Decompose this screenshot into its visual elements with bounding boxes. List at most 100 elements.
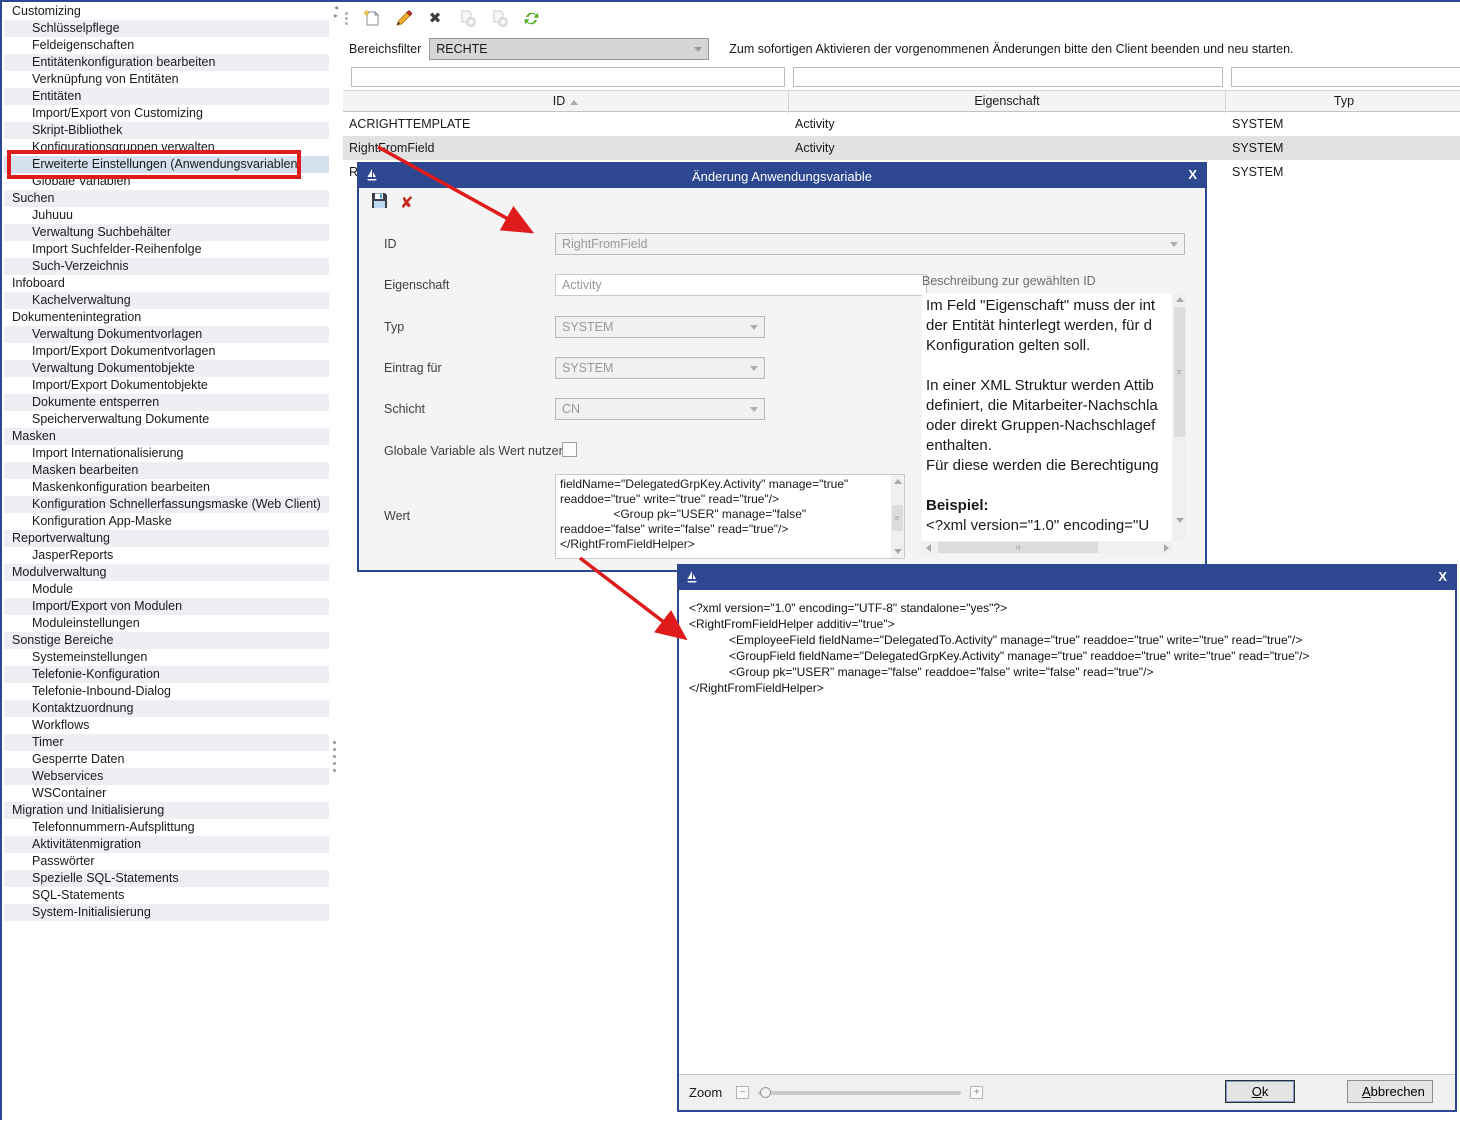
sidebar-item[interactable]: Telefonnummern-Aufsplittung: [4, 819, 329, 836]
sidebar-item[interactable]: Such-Verzeichnis: [4, 258, 329, 275]
sidebar-item[interactable]: JasperReports: [4, 547, 329, 564]
eintrag-fuer-select[interactable]: SYSTEM: [555, 357, 765, 379]
column-header-typ[interactable]: Typ: [1226, 91, 1460, 113]
sidebar-item[interactable]: Infoboard: [4, 275, 329, 292]
eigenschaft-input[interactable]: Activity: [555, 274, 927, 296]
copy-icon[interactable]: [456, 7, 478, 29]
sidebar-item[interactable]: System-Initialisierung: [4, 904, 329, 921]
sidebar-item[interactable]: Dokumentenintegration: [4, 309, 329, 326]
sidebar-item[interactable]: Import/Export von Modulen: [4, 598, 329, 615]
sidebar-item[interactable]: Telefonie-Inbound-Dialog: [4, 683, 329, 700]
sidebar-item[interactable]: Speicherverwaltung Dokumente: [4, 411, 329, 428]
collapse-right-icon[interactable]: ▸: [329, 12, 343, 20]
sidebar-item[interactable]: Workflows: [4, 717, 329, 734]
zoom-out-icon[interactable]: −: [736, 1086, 749, 1099]
sidebar-item[interactable]: Module: [4, 581, 329, 598]
sidebar-item[interactable]: Import Internationalisierung: [4, 445, 329, 462]
edit-icon[interactable]: [392, 7, 414, 29]
sidebar-item[interactable]: Schlüsselpflege: [4, 20, 329, 37]
sidebar-item[interactable]: Systemeinstellungen: [4, 649, 329, 666]
sidebar-item[interactable]: Kachelverwaltung: [4, 292, 329, 309]
sidebar-item[interactable]: Verknüpfung von Entitäten: [4, 71, 329, 88]
sidebar-item[interactable]: Dokumente entsperren: [4, 394, 329, 411]
sidebar-item[interactable]: Verwaltung Suchbehälter: [4, 224, 329, 241]
copy-to-icon[interactable]: [488, 7, 510, 29]
sidebar-item[interactable]: Customizing: [4, 3, 329, 20]
sidebar-item[interactable]: Moduleinstellungen: [4, 615, 329, 632]
scroll-thumb[interactable]: ≡: [938, 542, 1098, 553]
filter-input-typ[interactable]: [1231, 67, 1460, 87]
column-header-eigenschaft[interactable]: Eigenschaft: [789, 91, 1226, 113]
sidebar-item[interactable]: Telefonie-Konfiguration: [4, 666, 329, 683]
sidebar-item[interactable]: Masken: [4, 428, 329, 445]
sidebar-item[interactable]: Maskenkonfiguration bearbeiten: [4, 479, 329, 496]
sidebar-item[interactable]: SQL-Statements: [4, 887, 329, 904]
dialog2-close-icon[interactable]: X: [1438, 569, 1447, 584]
description-hscrollbar[interactable]: ≡: [922, 541, 1173, 554]
sidebar-splitter[interactable]: ◂ ▸: [329, 4, 343, 1120]
wert-textarea[interactable]: fieldName="DelegatedGrpKey.Activity" man…: [555, 474, 905, 559]
sidebar-item[interactable]: Reportverwaltung: [4, 530, 329, 547]
sidebar-item[interactable]: Import Suchfelder-Reihenfolge: [4, 241, 329, 258]
sidebar-item-selected[interactable]: Erweiterte Einstellungen (Anwendungsvari…: [4, 156, 329, 173]
sidebar-item[interactable]: Masken bearbeiten: [4, 462, 329, 479]
table-row[interactable]: RightFromFieldActivitySYSTEM: [343, 136, 1460, 160]
ok-button[interactable]: Ok: [1225, 1080, 1295, 1103]
wert-scrollbar[interactable]: ≡: [891, 475, 904, 558]
table-row[interactable]: ACRIGHTTEMPLATEActivitySYSTEM: [343, 112, 1460, 136]
sidebar-item[interactable]: Import/Export Dokumentvorlagen: [4, 343, 329, 360]
schicht-select[interactable]: CN: [555, 398, 765, 420]
scroll-up-icon[interactable]: [1173, 293, 1186, 306]
save-icon[interactable]: [371, 192, 388, 214]
sidebar-item[interactable]: Suchen: [4, 190, 329, 207]
sidebar-item[interactable]: Juhuuu: [4, 207, 329, 224]
zoom-in-icon[interactable]: +: [970, 1086, 983, 1099]
sidebar-item[interactable]: Gesperrte Daten: [4, 751, 329, 768]
sidebar-item[interactable]: Konfiguration Schnellerfassungsmaske (We…: [4, 496, 329, 513]
scroll-thumb[interactable]: ≡: [892, 505, 903, 531]
sidebar-item[interactable]: Import/Export von Customizing: [4, 105, 329, 122]
sidebar-item[interactable]: Timer: [4, 734, 329, 751]
scroll-left-icon[interactable]: [922, 541, 935, 554]
filter-input-eigenschaft[interactable]: [793, 67, 1223, 87]
dialog2-titlebar[interactable]: X: [679, 566, 1455, 590]
sidebar-item[interactable]: Aktivitätenmigration: [4, 836, 329, 853]
toolbar-grip[interactable]: [345, 12, 348, 25]
cancel-button[interactable]: Abbrechen: [1347, 1080, 1433, 1103]
dialog1-close-icon[interactable]: X: [1188, 167, 1197, 182]
new-entry-icon[interactable]: [360, 7, 382, 29]
globale-variable-checkbox[interactable]: [562, 442, 577, 457]
dialog1-titlebar[interactable]: Änderung Anwendungsvariable X: [359, 164, 1205, 188]
filter-input-id[interactable]: [351, 67, 785, 87]
sidebar-item[interactable]: Verwaltung Dokumentobjekte: [4, 360, 329, 377]
column-header-id[interactable]: ID: [343, 91, 789, 113]
zoom-slider[interactable]: [758, 1091, 961, 1095]
typ-select[interactable]: SYSTEM: [555, 316, 765, 338]
sidebar-item[interactable]: Skript-Bibliothek: [4, 122, 329, 139]
sidebar-item[interactable]: Globale Variablen: [4, 173, 329, 190]
sidebar-item[interactable]: Webservices: [4, 768, 329, 785]
sidebar-item[interactable]: Import/Export Dokumentobjekte: [4, 377, 329, 394]
splitter-grip[interactable]: [333, 737, 336, 776]
bereichsfilter-select[interactable]: RECHTE: [429, 38, 709, 60]
refresh-icon[interactable]: [520, 7, 542, 29]
sidebar-item[interactable]: Entitäten: [4, 88, 329, 105]
scroll-thumb[interactable]: ≡: [1174, 307, 1185, 437]
sidebar-item[interactable]: Passwörter: [4, 853, 329, 870]
sidebar-item[interactable]: WSContainer: [4, 785, 329, 802]
sidebar-item[interactable]: Kontaktzuordnung: [4, 700, 329, 717]
sidebar-item[interactable]: Sonstige Bereiche: [4, 632, 329, 649]
description-vscrollbar[interactable]: ≡: [1173, 293, 1186, 541]
scroll-down-icon[interactable]: [1173, 514, 1186, 527]
sidebar-item[interactable]: Spezielle SQL-Statements: [4, 870, 329, 887]
sidebar-item[interactable]: Konfiguration App-Maske: [4, 513, 329, 530]
sidebar-item[interactable]: Verwaltung Dokumentvorlagen: [4, 326, 329, 343]
delete-icon[interactable]: ✖: [424, 7, 446, 29]
scroll-down-icon[interactable]: [891, 545, 904, 558]
zoom-slider-thumb[interactable]: [760, 1087, 771, 1098]
sidebar-item[interactable]: Modulverwaltung: [4, 564, 329, 581]
sidebar-item[interactable]: Migration und Initialisierung: [4, 802, 329, 819]
scroll-up-icon[interactable]: [891, 475, 904, 488]
cancel-icon[interactable]: ✘: [400, 193, 413, 213]
sidebar-item[interactable]: Entitätenkonfiguration bearbeiten: [4, 54, 329, 71]
